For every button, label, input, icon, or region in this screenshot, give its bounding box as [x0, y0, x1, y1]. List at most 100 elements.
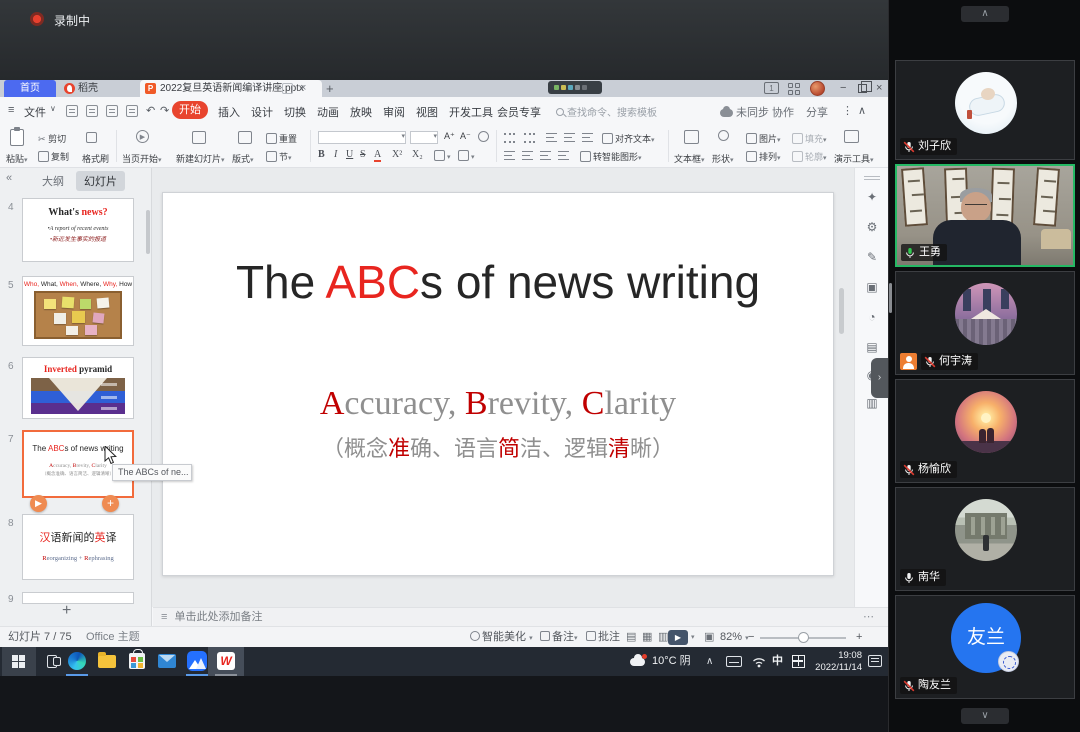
slide-thumbnail-5[interactable]: Who, What, When, Where, Why, How: [22, 276, 134, 346]
line-spacing-icon[interactable]: [582, 133, 593, 142]
workspace-grid-icon[interactable]: [788, 83, 800, 95]
highlight-icon[interactable]: ▾: [458, 150, 475, 161]
weather-text[interactable]: 10°C 阴: [652, 647, 691, 676]
slide-area-scrollbar[interactable]: [839, 288, 844, 334]
tab-docer[interactable]: 稻壳: [58, 80, 138, 97]
touch-keyboard-button[interactable]: [726, 647, 744, 676]
ribbon-tab-review[interactable]: 审阅: [383, 104, 405, 120]
print-preview-icon[interactable]: [126, 105, 138, 117]
screen-share-icon[interactable]: ▣: [865, 280, 879, 294]
slide-sorter-icon[interactable]: ▦: [642, 627, 652, 647]
zoom-slider-knob[interactable]: [798, 632, 809, 643]
bullet-list-icon[interactable]: [504, 133, 515, 143]
share-button[interactable]: 分享: [806, 104, 828, 120]
tray-expand-icon[interactable]: ∧: [706, 647, 713, 676]
layout-icon[interactable]: [238, 131, 254, 144]
export-icon[interactable]: [86, 105, 98, 117]
slide-canvas[interactable]: The ABCs of news writing Accuracy, Brevi…: [162, 192, 834, 576]
collaborate-button[interactable]: 协作: [772, 104, 794, 120]
text-effect-icon[interactable]: ▾: [434, 150, 451, 161]
participant-tile-liuzixin[interactable]: 刘子欣: [895, 60, 1075, 160]
scroll-participants-down-button[interactable]: ∨: [961, 708, 1009, 724]
slide-thumbnail-9[interactable]: [22, 592, 134, 604]
slide-thumbnail-8[interactable]: 汉语新闻的英译 Reorganizing + Rephrasing: [22, 514, 134, 580]
file-menu[interactable]: 文件: [24, 104, 46, 120]
format-painter-icon[interactable]: [86, 132, 99, 143]
participant-tile-yangyuxin[interactable]: 杨愉欣: [895, 379, 1075, 483]
undo-icon[interactable]: ↶: [146, 104, 155, 117]
wps-taskbar-button[interactable]: W: [208, 647, 244, 676]
indent-decrease-icon[interactable]: [546, 133, 557, 142]
participant-tile-heyutao[interactable]: 何宇涛: [895, 271, 1075, 375]
ribbon-tab-insert[interactable]: 插入: [218, 104, 240, 120]
align-justify-icon[interactable]: [558, 151, 569, 160]
numbered-list-icon[interactable]: [524, 133, 535, 143]
cut-button[interactable]: ✂ 剪切: [38, 132, 66, 145]
tab-close-icon[interactable]: ×: [300, 80, 306, 97]
font-color-button[interactable]: A: [374, 149, 381, 162]
italic-button[interactable]: I: [334, 149, 337, 160]
fill-button[interactable]: 填充▾: [792, 132, 827, 145]
fit-slide-icon[interactable]: ▣: [704, 627, 714, 647]
ime-mode-button[interactable]: [792, 647, 806, 676]
zoom-level[interactable]: 82% ▾: [720, 627, 749, 649]
tab-outline[interactable]: 大纲: [34, 171, 72, 191]
textbox-button[interactable]: 文本框▾: [674, 152, 705, 165]
meeting-panel-expand-handle[interactable]: ›: [871, 358, 888, 398]
add-slide-button[interactable]: +: [62, 602, 71, 620]
underline-button[interactable]: U: [346, 149, 353, 160]
play-from-page-button[interactable]: 当页开始▾: [122, 152, 162, 165]
window-mode-icon[interactable]: 1: [764, 82, 779, 94]
outline-button[interactable]: 轮廓▾: [792, 150, 827, 163]
clock[interactable]: 19:08 2022/11/14: [812, 647, 862, 676]
file-explorer-button[interactable]: [92, 647, 122, 676]
subscript-button[interactable]: X₂: [412, 149, 423, 160]
align-right-icon[interactable]: [540, 151, 551, 160]
sync-status[interactable]: 未同步: [720, 104, 769, 120]
align-left-icon[interactable]: [504, 151, 515, 160]
ribbon-tab-slideshow[interactable]: 放映: [350, 104, 372, 120]
notification-center-button[interactable]: [868, 647, 884, 676]
ribbon-tab-home[interactable]: 开始: [172, 101, 208, 119]
ribbon-tab-view[interactable]: 视图: [416, 104, 438, 120]
present-tools-icon[interactable]: [844, 130, 861, 143]
superscript-button[interactable]: X²: [392, 149, 402, 160]
sidebar-scrollbar[interactable]: [146, 210, 150, 254]
command-search-input[interactable]: 查找命令、搜索模板: [556, 104, 657, 119]
decrease-font-button[interactable]: A⁻: [460, 131, 471, 142]
clear-format-icon[interactable]: [478, 131, 491, 142]
thumb-play-button[interactable]: ▶: [30, 495, 47, 512]
tab-home[interactable]: 首页: [4, 80, 56, 97]
close-button[interactable]: ×: [876, 82, 882, 94]
strikethrough-button[interactable]: S: [360, 149, 366, 160]
new-slide-button[interactable]: 新建幻灯片▾: [176, 152, 225, 165]
reference-book-icon[interactable]: ▥: [865, 396, 879, 410]
ribbon-tab-animations[interactable]: 动画: [317, 104, 339, 120]
shapes-icon[interactable]: [718, 130, 731, 141]
reading-view-icon[interactable]: ▥: [658, 627, 668, 647]
resource-box-icon[interactable]: ▤: [865, 340, 879, 354]
ribbon-tab-design[interactable]: 设计: [251, 104, 273, 120]
properties-icon[interactable]: ⚙: [865, 220, 879, 234]
ribbon-tab-transitions[interactable]: 切换: [284, 104, 306, 120]
participant-tile-taoyoulan[interactable]: 友兰 陶友兰: [895, 595, 1075, 699]
beautify-rocket-icon[interactable]: ✦: [865, 190, 879, 204]
shapes-button[interactable]: 形状▾: [712, 152, 734, 165]
notes-bar[interactable]: ≡ 单击此处添加备注 ⋯: [153, 607, 888, 626]
textbox-icon[interactable]: [684, 130, 701, 144]
more-menu-icon[interactable]: ⋮: [842, 104, 853, 117]
panel-grip[interactable]: [889, 283, 892, 313]
indent-increase-icon[interactable]: [564, 133, 575, 142]
comments-button[interactable]: 批注: [586, 627, 620, 647]
font-name-select[interactable]: ▾: [318, 131, 406, 144]
strip-handle-icon[interactable]: [864, 176, 880, 177]
align-center-icon[interactable]: [522, 151, 533, 160]
paste-button[interactable]: 粘贴▾: [6, 152, 28, 165]
arrange-button[interactable]: 排列▾: [746, 150, 781, 163]
format-painter-button[interactable]: 格式刷: [82, 152, 109, 165]
notes-more-icon[interactable]: ⋯: [863, 608, 874, 627]
align-text-button[interactable]: 对齐文本▾: [602, 132, 655, 145]
print-icon[interactable]: [106, 105, 118, 117]
mail-button[interactable]: [152, 647, 182, 676]
reset-button[interactable]: 重置: [266, 132, 297, 145]
